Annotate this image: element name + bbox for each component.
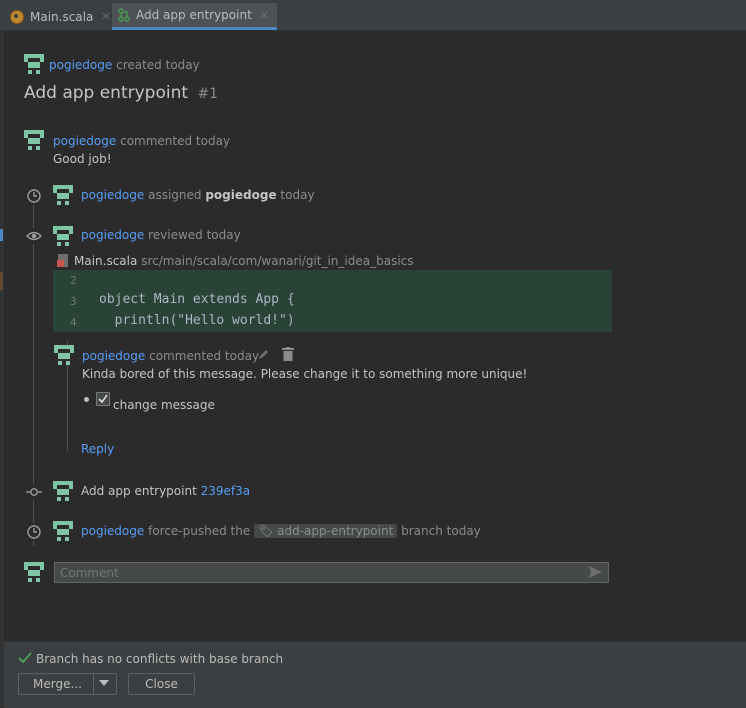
close-icon[interactable]: ✕ xyxy=(101,10,110,23)
scala-file-icon xyxy=(10,9,24,24)
close-button-label: Close xyxy=(145,677,178,691)
scala-file-icon xyxy=(57,254,68,267)
tab-label: Add app entrypoint xyxy=(136,8,252,22)
author-link[interactable]: pogiedoge xyxy=(81,228,144,242)
code-diff-block: 2 3 object Main extends App { 4 println(… xyxy=(53,270,612,332)
task-checkbox[interactable] xyxy=(96,392,110,406)
avatar xyxy=(53,481,73,501)
editor-tab-bar: Main.scala ✕ Add app entrypoint ✕ xyxy=(0,0,746,31)
commit-message: Add app entrypoint xyxy=(81,484,197,498)
footer-panel: Branch has no conflicts with base branch… xyxy=(4,641,746,708)
pr-number: #1 xyxy=(197,86,219,102)
review-comment-body: Kinda bored of this message. Please chan… xyxy=(82,367,528,381)
author-link[interactable]: pogiedoge xyxy=(82,349,145,363)
avatar xyxy=(24,562,44,582)
avatar xyxy=(53,521,73,541)
commit-hash-link[interactable]: 239ef3a xyxy=(201,484,251,498)
line-number: 2 xyxy=(70,274,77,287)
tab-label: Main.scala xyxy=(30,9,94,24)
assignee: pogiedoge xyxy=(205,188,277,202)
button-divider xyxy=(93,674,94,694)
checkmark-icon xyxy=(98,394,108,404)
avatar xyxy=(54,345,74,365)
task-label: change message xyxy=(113,398,215,412)
author-link[interactable]: pogiedoge xyxy=(49,58,112,72)
comment-header: pogiedoge commented today xyxy=(53,134,231,148)
author-link[interactable]: pogiedoge xyxy=(81,188,144,202)
line-number: 3 xyxy=(70,295,77,308)
avatar xyxy=(24,130,44,150)
author-link[interactable]: pogiedoge xyxy=(53,134,116,148)
pencil-icon[interactable] xyxy=(257,348,270,361)
commit-icon xyxy=(26,484,42,500)
reviewed-event: pogiedoge reviewed today xyxy=(81,228,241,242)
created-text: created today xyxy=(116,58,200,72)
code-line: object Main extends App { xyxy=(99,292,295,307)
reply-link[interactable]: Reply xyxy=(81,442,114,456)
avatar xyxy=(24,54,44,74)
left-gutter xyxy=(0,31,4,707)
branch-name: add-app-entrypoint xyxy=(277,524,394,538)
merge-button-label: Merge... xyxy=(33,677,82,691)
pull-request-icon xyxy=(118,8,130,22)
chevron-down-icon[interactable] xyxy=(99,680,109,686)
clock-icon xyxy=(26,524,42,540)
avatar xyxy=(53,226,73,246)
page-title: Add app entrypoint #1 xyxy=(24,83,219,103)
close-button[interactable]: Close xyxy=(128,673,195,695)
merge-status: Branch has no conflicts with base branch xyxy=(36,652,284,666)
code-line: println("Hello world!") xyxy=(99,313,295,328)
gutter-marker xyxy=(0,229,3,241)
comment-input-box[interactable] xyxy=(54,562,609,583)
close-icon[interactable]: ✕ xyxy=(260,9,269,22)
tab-main-scala[interactable]: Main.scala ✕ xyxy=(10,3,111,30)
commit-event: Add app entrypoint 239ef3a xyxy=(81,484,250,498)
tab-add-app-entrypoint[interactable]: Add app entrypoint ✕ xyxy=(112,3,277,30)
file-path: src/main/scala/com/wanari/git_in_idea_ba… xyxy=(141,254,414,268)
review-comment-header: pogiedoge commented today xyxy=(82,349,260,363)
trash-icon[interactable] xyxy=(282,347,294,361)
bullet xyxy=(84,397,89,402)
comment-input[interactable] xyxy=(55,563,585,582)
tag-icon: 🏷 xyxy=(258,524,274,538)
clock-icon xyxy=(26,188,42,204)
branch-tag[interactable]: 🏷 add-app-entrypoint xyxy=(254,524,398,538)
avatar xyxy=(53,185,73,205)
file-header: Main.scala src/main/scala/com/wanari/git… xyxy=(74,254,414,268)
line-number: 4 xyxy=(70,316,77,329)
file-name-link[interactable]: Main.scala xyxy=(74,254,137,268)
gutter-marker xyxy=(0,272,3,290)
force-push-event: pogiedoge force-pushed the 🏷 add-app-ent… xyxy=(81,524,481,538)
send-icon[interactable] xyxy=(588,565,603,579)
author-link[interactable]: pogiedoge xyxy=(81,524,144,538)
created-line: pogiedoge created today xyxy=(49,58,200,72)
check-icon xyxy=(18,652,32,664)
comment-body: Good job! xyxy=(53,152,112,166)
eye-icon xyxy=(26,228,42,244)
assigned-event: pogiedoge assigned pogiedoge today xyxy=(81,188,315,202)
